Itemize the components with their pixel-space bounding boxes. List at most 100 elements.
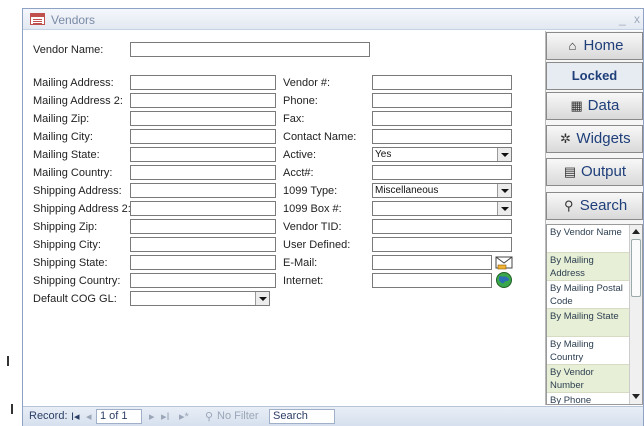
type-1099-select[interactable]: Miscellaneous bbox=[372, 183, 512, 198]
dropdown-arrow-icon[interactable] bbox=[497, 202, 511, 215]
list-item[interactable]: By Mailing Postal Code bbox=[547, 281, 629, 309]
box-1099-label: 1099 Box #: bbox=[283, 203, 342, 215]
mailing-address-2-input[interactable] bbox=[130, 93, 276, 108]
shipping-address-input[interactable] bbox=[130, 183, 276, 198]
vendors-window: Vendors _ x Vendor Name: Mailing Address… bbox=[22, 8, 644, 426]
send-email-icon[interactable] bbox=[495, 253, 513, 271]
form-icon bbox=[30, 13, 45, 25]
shipping-state-input[interactable] bbox=[130, 255, 276, 270]
mailing-city-input[interactable] bbox=[130, 129, 276, 144]
magnifier-icon: ⚲ bbox=[563, 198, 574, 213]
mailing-city-label: Mailing City: bbox=[33, 131, 93, 143]
shipping-address-label: Shipping Address: bbox=[33, 185, 122, 197]
search-box[interactable]: Search bbox=[269, 409, 335, 424]
dropdown-arrow-icon[interactable] bbox=[255, 292, 269, 305]
mailing-zip-label: Mailing Zip: bbox=[33, 113, 90, 125]
search-label: Search bbox=[579, 197, 628, 214]
shipping-country-input[interactable] bbox=[130, 273, 276, 288]
vendor-name-label: Vendor Name: bbox=[33, 44, 104, 56]
fax-label: Fax: bbox=[283, 113, 305, 125]
dropdown-arrow-icon[interactable] bbox=[497, 148, 511, 161]
vendor-form: Vendor Name: Mailing Address: Mailing Ad… bbox=[23, 31, 543, 403]
navigation-panel: ⌂ Home Locked ▦ Data ✲ Widgets ▤ Output ⚲ Sea… bbox=[545, 31, 643, 405]
internet-input[interactable] bbox=[372, 273, 492, 288]
scroll-down-icon[interactable] bbox=[632, 394, 640, 399]
acct-label: Acct#: bbox=[283, 167, 314, 179]
table-icon: ▦ bbox=[570, 98, 583, 113]
phone-input[interactable] bbox=[372, 93, 512, 108]
widgets-button[interactable]: ✲ Widgets bbox=[546, 125, 643, 153]
box-1099-select[interactable] bbox=[372, 201, 512, 216]
output-label: Output bbox=[580, 163, 627, 180]
active-label: Active: bbox=[283, 149, 317, 161]
list-item[interactable]: By Mailing Address bbox=[547, 253, 629, 281]
minimize-button[interactable]: _ bbox=[619, 12, 626, 26]
mailing-zip-input[interactable] bbox=[130, 111, 276, 126]
mailing-country-input[interactable] bbox=[130, 165, 276, 180]
previous-record-button[interactable]: ◂ bbox=[86, 410, 92, 423]
shipping-state-label: Shipping State: bbox=[33, 257, 108, 269]
record-position-input[interactable]: 1 of 1 bbox=[96, 409, 142, 424]
new-record-button[interactable]: ▸* bbox=[179, 410, 189, 423]
record-label: Record: bbox=[29, 410, 68, 422]
search-options-list[interactable]: By Vendor Name By Mailing Address By Mai… bbox=[546, 224, 643, 405]
default-cog-gl-select[interactable] bbox=[130, 291, 270, 306]
widgets-label: Widgets bbox=[576, 130, 631, 147]
fax-input[interactable] bbox=[372, 111, 512, 126]
list-scrollbar[interactable] bbox=[629, 225, 642, 404]
mailing-state-input[interactable] bbox=[130, 147, 276, 162]
next-record-button[interactable]: ▸ bbox=[149, 410, 155, 423]
type-1099-value: Miscellaneous bbox=[375, 185, 439, 196]
active-select[interactable]: Yes bbox=[372, 147, 512, 162]
email-input[interactable] bbox=[372, 255, 492, 270]
data-button[interactable]: ▦ Data bbox=[546, 92, 643, 120]
last-record-button[interactable]: ▸I bbox=[161, 410, 170, 423]
active-value: Yes bbox=[375, 149, 392, 160]
list-item[interactable]: By Vendor Name bbox=[547, 225, 629, 253]
first-record-button[interactable]: I◂ bbox=[71, 410, 80, 423]
locked-indicator[interactable]: Locked bbox=[546, 62, 643, 90]
home-button[interactable]: ⌂ Home bbox=[546, 32, 643, 60]
list-item[interactable]: By Mailing Country bbox=[547, 337, 629, 365]
shipping-city-input[interactable] bbox=[130, 237, 276, 252]
acct-input[interactable] bbox=[372, 165, 512, 180]
funnel-icon: ⚲ bbox=[205, 411, 214, 423]
type-1099-label: 1099 Type: bbox=[283, 185, 338, 197]
list-item[interactable]: By Vendor Number bbox=[547, 365, 629, 393]
contact-name-input[interactable] bbox=[372, 129, 512, 144]
gutter-mark bbox=[11, 404, 13, 414]
scroll-thumb[interactable] bbox=[631, 239, 641, 297]
vendor-name-input[interactable] bbox=[130, 42, 370, 57]
record-navigation-bar: Record: I◂ ◂ 1 of 1 ▸ ▸I ▸* ⚲ No Filter … bbox=[23, 406, 643, 426]
globe-icon[interactable] bbox=[495, 271, 513, 289]
mailing-address-2-label: Mailing Address 2: bbox=[33, 95, 123, 107]
internet-label: Internet: bbox=[283, 275, 324, 287]
search-button[interactable]: ⚲ Search bbox=[546, 192, 643, 220]
output-button[interactable]: ▤ Output bbox=[546, 158, 643, 186]
tools-icon: ✲ bbox=[559, 131, 571, 146]
filter-status[interactable]: No Filter bbox=[217, 410, 259, 422]
scroll-up-icon[interactable] bbox=[632, 229, 640, 234]
left-gutter bbox=[0, 0, 22, 426]
user-defined-input[interactable] bbox=[372, 237, 512, 252]
shipping-country-label: Shipping Country: bbox=[33, 275, 121, 287]
home-label: Home bbox=[583, 37, 624, 54]
shipping-zip-label: Shipping Zip: bbox=[33, 221, 98, 233]
mailing-address-label: Mailing Address: bbox=[33, 77, 114, 89]
shipping-address-2-label: Shipping Address 2: bbox=[33, 203, 131, 215]
shipping-zip-input[interactable] bbox=[130, 219, 276, 234]
mailing-address-input[interactable] bbox=[130, 75, 276, 90]
home-icon: ⌂ bbox=[568, 38, 577, 53]
close-button[interactable]: x bbox=[634, 12, 640, 26]
report-icon: ▤ bbox=[563, 164, 577, 179]
vendor-tid-input[interactable] bbox=[372, 219, 512, 234]
list-item[interactable]: By Mailing State bbox=[547, 309, 629, 337]
mailing-state-label: Mailing State: bbox=[33, 149, 100, 161]
vendor-number-label: Vendor #: bbox=[283, 77, 331, 89]
dropdown-arrow-icon[interactable] bbox=[497, 184, 511, 197]
list-item[interactable]: By Phone bbox=[547, 393, 629, 404]
vendor-number-input[interactable] bbox=[372, 75, 512, 90]
user-defined-label: User Defined: bbox=[283, 239, 351, 251]
data-label: Data bbox=[587, 97, 620, 114]
shipping-address-2-input[interactable] bbox=[130, 201, 276, 216]
